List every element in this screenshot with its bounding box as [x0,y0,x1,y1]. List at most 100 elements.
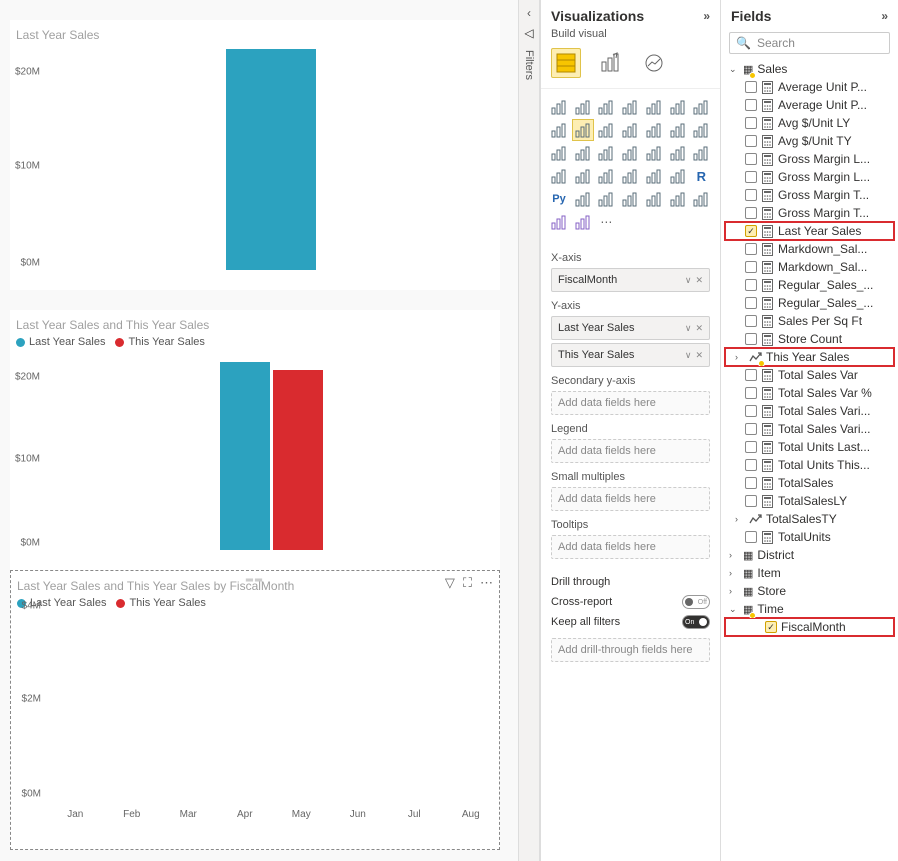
field-checkbox[interactable] [745,279,757,291]
remove-icon[interactable]: ✕ [695,350,703,361]
viz-type-pie[interactable] [573,143,593,163]
fields-search[interactable]: 🔍 Search [729,32,890,54]
field-checkbox[interactable] [745,495,757,507]
chart-ly-ty-by-month[interactable]: ══ ▽ ⛶ ⋯ Last Year Sales and This Year S… [10,570,500,850]
collapse-icon[interactable]: » [703,9,710,23]
field-item[interactable]: Markdown_Sal... [725,258,894,276]
field-checkbox[interactable] [745,171,757,183]
field-checkbox[interactable] [745,99,757,111]
field-item[interactable]: Markdown_Sal... [725,240,894,258]
viz-type-line-column[interactable] [596,120,616,140]
more-options-icon[interactable]: ⋯ [480,575,493,591]
viz-type-area[interactable] [549,120,569,140]
legend-item[interactable]: This Year Sales [116,597,205,609]
collapse-icon[interactable]: » [881,9,888,23]
viz-type-waterfall[interactable] [668,120,688,140]
well-xaxis-item[interactable]: FiscalMonth∨✕ [551,268,710,292]
bar-last-year[interactable] [220,362,270,550]
viz-type-decomp[interactable] [596,189,616,209]
cross-report-toggle[interactable]: Off [682,595,710,609]
field-checkbox[interactable] [745,405,757,417]
keep-filters-toggle[interactable]: On [682,615,710,629]
viz-type-clustered-bar[interactable] [573,97,593,117]
viz-type-100-column[interactable] [668,97,688,117]
field-checkbox[interactable] [745,81,757,93]
field-item[interactable]: Total Units Last... [725,438,894,456]
tab-analytics[interactable] [639,48,669,78]
field-item[interactable]: ›This Year Sales [725,348,894,366]
field-item[interactable]: Regular_Sales_... [725,294,894,312]
tab-build[interactable] [551,48,581,78]
field-item[interactable]: ✓Last Year Sales [725,222,894,240]
field-checkbox[interactable] [745,297,757,309]
chart-last-year-sales[interactable]: Last Year Sales $0M $10M $20M [10,20,500,290]
field-item[interactable]: Store Count [725,330,894,348]
chevron-down-icon[interactable]: ∨ [685,323,692,334]
bar-this-year[interactable] [273,370,323,550]
chevron-down-icon[interactable]: ∨ [685,275,692,286]
viz-type-narrative[interactable] [644,189,664,209]
filters-pane-collapsed[interactable]: ‹ ◁ Filters [518,0,540,861]
field-item[interactable]: Total Sales Vari... [725,420,894,438]
legend-item[interactable]: Last Year Sales [16,336,105,348]
viz-type-slicer[interactable] [620,166,640,186]
filter-icon[interactable]: ▽ [445,575,455,591]
well-tooltips-placeholder[interactable]: Add data fields here [551,535,710,559]
field-checkbox[interactable] [745,153,757,165]
field-checkbox[interactable] [745,117,757,129]
tab-format[interactable] [595,48,625,78]
field-item[interactable]: ›TotalSalesTY [725,510,894,528]
field-item[interactable]: Sales Per Sq Ft [725,312,894,330]
field-item[interactable]: Avg $/Unit LY [725,114,894,132]
viz-type-qna[interactable] [620,189,640,209]
field-checkbox[interactable] [745,243,757,255]
field-checkbox[interactable]: ✓ [745,225,757,237]
field-item[interactable]: Gross Margin T... [725,186,894,204]
table-sales[interactable]: ⌄▦Sales [725,60,894,78]
field-item[interactable]: TotalSales [725,474,894,492]
viz-type-ribbon[interactable] [644,120,664,140]
remove-icon[interactable]: ✕ [695,275,703,286]
field-item[interactable]: Gross Margin T... [725,204,894,222]
field-checkbox[interactable] [745,423,757,435]
field-item[interactable]: Regular_Sales_... [725,276,894,294]
viz-type-kpi[interactable] [596,166,616,186]
drag-handle-icon[interactable]: ══ [246,575,264,586]
viz-type-power-automate[interactable] [549,212,569,232]
field-item[interactable]: TotalUnits [725,528,894,546]
viz-type-r-visual[interactable]: R [691,166,711,186]
field-item[interactable]: Gross Margin L... [725,168,894,186]
viz-type-treemap[interactable] [620,143,640,163]
field-checkbox[interactable] [745,315,757,327]
viz-type-matrix[interactable] [668,166,688,186]
field-item[interactable]: Total Sales Var % [725,384,894,402]
viz-type-more1[interactable] [573,212,593,232]
expand-left-icon[interactable]: ‹ [527,6,531,20]
field-item[interactable]: Average Unit P... [725,96,894,114]
viz-type-100-bar[interactable] [644,97,664,117]
viz-type-table[interactable] [644,166,664,186]
field-item[interactable]: TotalSalesLY [725,492,894,510]
drill-placeholder[interactable]: Add drill-through fields here [551,638,710,662]
field-item[interactable]: Total Sales Vari... [725,402,894,420]
viz-type-gauge[interactable] [691,143,711,163]
viz-type-donut[interactable] [596,143,616,163]
viz-type-key-influencers[interactable] [573,189,593,209]
table-time[interactable]: ⌄▦Time [725,600,894,618]
report-canvas[interactable]: Last Year Sales $0M $10M $20M Last Year … [0,0,518,861]
field-checkbox[interactable] [745,387,757,399]
field-item[interactable]: Avg $/Unit TY [725,132,894,150]
viz-type-clustered-column[interactable] [620,97,640,117]
field-checkbox[interactable] [745,477,757,489]
viz-type-card[interactable] [549,166,569,186]
table-item[interactable]: ›▦Item [725,564,894,582]
viz-type-line[interactable] [691,97,711,117]
focus-mode-icon[interactable]: ⛶ [463,575,472,591]
viz-type-paginated[interactable] [668,189,688,209]
field-checkbox[interactable] [745,441,757,453]
viz-type-stacked-column[interactable] [596,97,616,117]
table-store[interactable]: ›▦Store [725,582,894,600]
field-checkbox[interactable]: ✓ [765,621,777,633]
field-item[interactable]: ✓FiscalMonth [725,618,894,636]
viz-type-map[interactable] [644,143,664,163]
